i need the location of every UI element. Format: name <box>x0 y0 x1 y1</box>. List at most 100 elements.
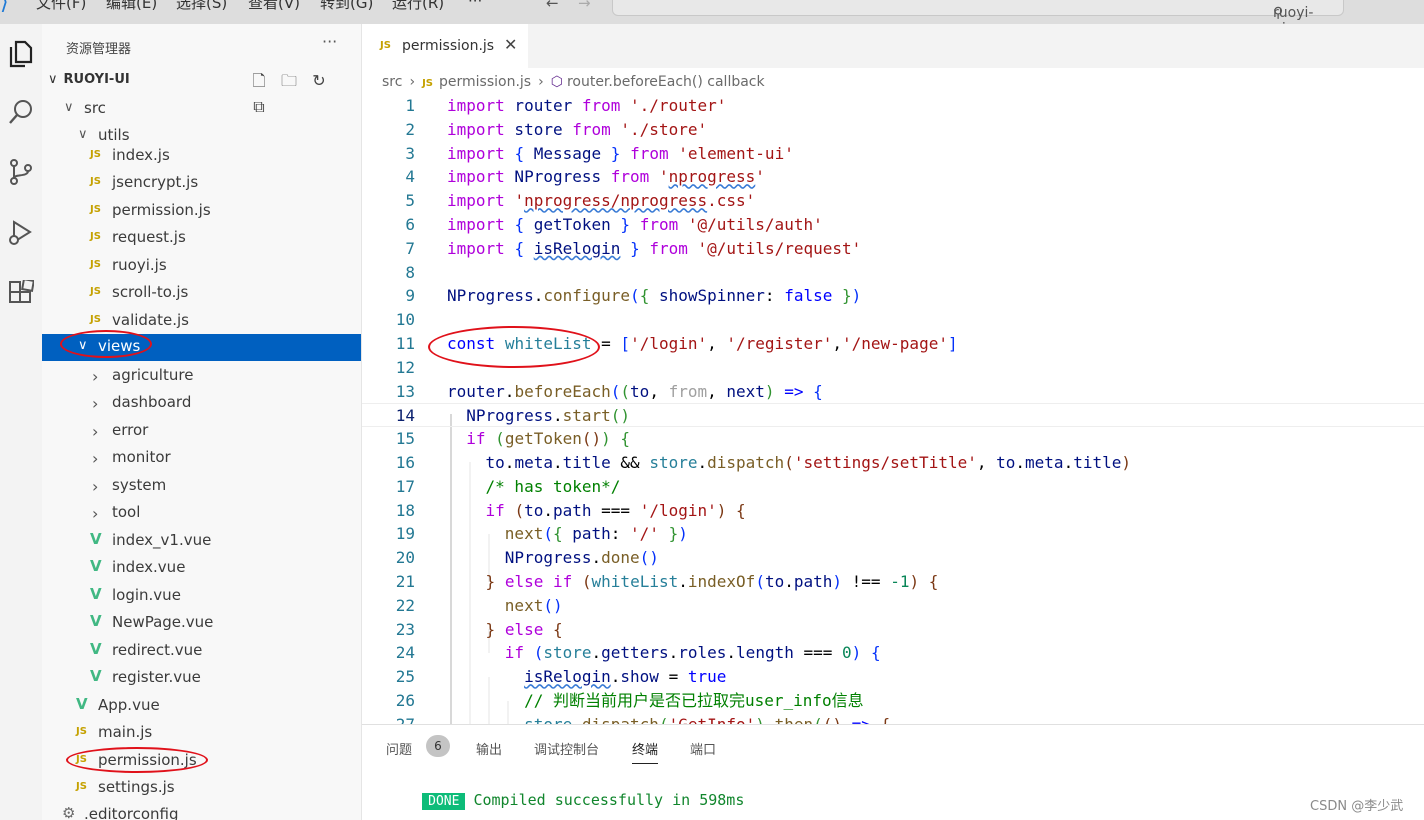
code-editor[interactable]: 1 import router from './router' 2 import st… <box>362 94 1424 724</box>
panel-tab-problems[interactable]: 问题 <box>386 739 412 758</box>
line-text: } else { <box>447 618 563 642</box>
line-number: 14 <box>395 406 415 426</box>
tree-file[interactable]: JS settings.js <box>42 775 361 802</box>
tree-item-label: index.vue <box>112 558 186 576</box>
source-control-icon[interactable] <box>0 150 42 192</box>
breadcrumb-file[interactable]: permission.js <box>439 74 531 90</box>
explorer-icon[interactable] <box>0 32 42 74</box>
compile-message: Compiled successfully in 598ms <box>473 791 745 809</box>
workspace-root[interactable]: ∨ RUOYI-UI <box>48 72 130 87</box>
tree-item-label: index.js <box>112 146 170 164</box>
chevron-right-icon: › <box>92 449 99 468</box>
code-token: , <box>707 334 727 353</box>
tree-file[interactable]: JS main.js <box>42 720 361 747</box>
tree-folder[interactable]: › tool <box>42 500 361 527</box>
code-token: store <box>524 715 572 724</box>
code-token: NProgress <box>447 548 592 568</box>
new-file-icon[interactable]: 🗋 <box>244 70 274 97</box>
line-number: 16 <box>395 453 415 472</box>
tree-file[interactable]: JS jsencrypt.js <box>42 170 361 197</box>
js-file-icon: JS <box>76 726 87 737</box>
close-icon[interactable]: ✕ <box>504 35 517 54</box>
tree-folder[interactable]: › error <box>42 418 361 445</box>
code-token: === <box>793 643 843 663</box>
menu-go[interactable]: 转到(G) <box>320 0 373 13</box>
tree-file[interactable]: ⚙ .editorconfig <box>42 802 361 820</box>
extensions-icon[interactable] <box>0 272 42 314</box>
panel-tab-ports[interactable]: 端口 <box>690 739 716 758</box>
code-token: showSpinner <box>649 286 765 306</box>
tree-folder[interactable]: ∨ views <box>42 334 361 361</box>
vue-file-icon: V <box>90 530 102 548</box>
line-number: 5 <box>405 191 415 211</box>
forward-arrow-icon[interactable]: → <box>578 0 591 12</box>
tree-file[interactable]: Vindex_v1.vue <box>42 528 361 555</box>
menu-view[interactable]: 查看(V) <box>248 0 300 13</box>
code-line: 22 next() <box>362 594 1424 618</box>
back-arrow-icon[interactable]: ← <box>546 0 559 12</box>
code-token: import <box>447 167 505 187</box>
search-view-icon[interactable] <box>0 90 42 132</box>
menu-more[interactable]: ··· <box>468 0 482 10</box>
code-token: meta <box>1025 453 1064 472</box>
tree-file[interactable]: V App.vue <box>42 693 361 720</box>
code-token: . <box>1015 453 1026 472</box>
tree-folder[interactable]: › monitor <box>42 445 361 472</box>
new-folder-icon[interactable]: 🗀 <box>274 70 304 97</box>
line-text: import { getToken } from '@/utils/auth' <box>447 213 823 237</box>
menu-selection[interactable]: 选择(S) <box>176 0 227 13</box>
code-token: dispatch <box>582 715 659 724</box>
explorer-more-button[interactable]: ··· <box>322 32 337 51</box>
tree-file[interactable]: JS validate.js <box>42 308 361 335</box>
tree-folder[interactable]: ∨ src <box>42 96 361 123</box>
panel-tab-terminal[interactable]: 终端 <box>632 739 659 764</box>
tree-file[interactable]: Vredirect.vue <box>42 638 361 665</box>
code-token: { <box>514 143 525 163</box>
tree-file[interactable]: JS request.js <box>42 225 361 252</box>
tree-file[interactable]: JS permission.js <box>42 748 361 775</box>
menu-run[interactable]: 运行(R) <box>392 0 444 13</box>
code-line: 24 if (store.getters.roles.length === 0)… <box>362 641 1424 665</box>
tree-file[interactable]: JS index.js <box>42 143 361 170</box>
code-token: meta <box>514 453 553 472</box>
run-debug-icon[interactable] <box>0 210 42 252</box>
tree-file[interactable]: Vlogin.vue <box>42 583 361 610</box>
code-token: from <box>630 143 669 163</box>
panel-tab-output[interactable]: 输出 <box>476 739 502 758</box>
vscode-logo-icon: ⟩ <box>0 0 9 15</box>
vue-file-icon: V <box>76 695 88 713</box>
line-text: import { isRelogin } from '@/utils/reque… <box>447 237 861 261</box>
refresh-icon[interactable]: ↻ <box>304 71 334 90</box>
chevron-right-icon: › <box>92 504 99 523</box>
tab-permission-js[interactable]: JS permission.js ✕ <box>362 24 528 68</box>
breadcrumb-symbol[interactable]: router.beforeEach() callback <box>567 74 765 90</box>
breadcrumb-src[interactable]: src <box>382 74 402 90</box>
panel-tab-debug-console[interactable]: 调试控制台 <box>534 739 599 758</box>
code-token: to <box>996 453 1016 472</box>
menu-file[interactable]: 文件(F) <box>36 0 86 13</box>
tree-file[interactable]: JS ruoyi.js <box>42 253 361 280</box>
menu-edit[interactable]: 编辑(E) <box>106 0 157 13</box>
tree-file[interactable]: JS scroll-to.js <box>42 280 361 307</box>
tree-file[interactable]: JS permission.js <box>42 198 361 225</box>
code-token: if <box>485 500 505 520</box>
tree-file[interactable]: Vindex.vue <box>42 555 361 582</box>
tree-folder[interactable]: › dashboard <box>42 390 361 417</box>
tree-file[interactable]: Vregister.vue <box>42 665 361 692</box>
code-token: () <box>543 595 563 615</box>
command-center-search[interactable]: ⚲ ruoyi-ui <box>612 0 1344 24</box>
terminal-output[interactable]: DONE Compiled successfully in 598ms <box>386 773 744 820</box>
tree-folder[interactable]: › system <box>42 473 361 500</box>
activity-bar <box>0 24 42 820</box>
tree-folder[interactable]: › agriculture <box>42 363 361 390</box>
code-token: 'settings/setTitle' <box>793 453 977 472</box>
tree-file[interactable]: V NewPage.vue <box>42 610 361 637</box>
code-token: ) <box>764 381 775 401</box>
js-file-icon: JS <box>90 314 101 325</box>
